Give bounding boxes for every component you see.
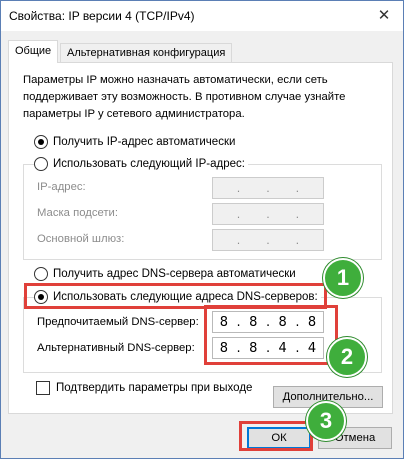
validate-on-exit-label: Подтвердить параметры при выходе [56, 382, 253, 394]
alternate-dns-label: Альтернативный DNS-сервер: [37, 342, 195, 354]
radio-dns-manual-label: Использовать следующие адреса DNS-сервер… [53, 291, 318, 303]
preferred-dns-input[interactable]: 8. 8. 8. 8 [212, 311, 324, 333]
ip-address-label: IP-адрес: [37, 181, 86, 193]
validate-on-exit-checkbox[interactable]: Подтвердить параметры при выходе [36, 380, 252, 396]
radio-button[interactable] [34, 157, 48, 171]
window-title: Свойства: IP версии 4 (TCP/IPv4) [9, 9, 195, 23]
close-icon[interactable]: ✕ [375, 7, 393, 25]
description-text: Параметры IP можно назначать автоматичес… [23, 72, 363, 123]
radio-button[interactable] [34, 267, 48, 281]
radio-button-checked[interactable] [34, 290, 48, 304]
radio-ip-auto-label: Получить IP-адрес автоматически [53, 136, 236, 148]
description-line: Параметры IP можно назначать автоматичес… [23, 74, 328, 86]
radio-ip-auto[interactable]: Получить IP-адрес автоматически [34, 134, 235, 150]
ok-button[interactable]: ОК [247, 427, 311, 449]
radio-ip-manual[interactable]: Использовать следующий IP-адрес: [34, 156, 248, 172]
radio-dns-auto[interactable]: Получить адрес DNS-сервера автоматически [34, 266, 296, 282]
title-bar: Свойства: IP версии 4 (TCP/IPv4) ✕ [1, 1, 403, 31]
ip-address-input: . . . [212, 177, 324, 199]
step-badge-1: 1 [323, 258, 363, 298]
step-badge-2: 2 [327, 337, 367, 377]
radio-dns-manual[interactable]: Использовать следующие адреса DNS-сервер… [34, 289, 321, 305]
tab-general[interactable]: Общие [8, 40, 59, 63]
subnet-mask-label: Маска подсети: [37, 207, 119, 219]
alternate-dns-input[interactable]: 8. 8. 4. 4 [212, 337, 324, 359]
subnet-mask-input: . . . [212, 203, 324, 225]
default-gateway-label: Основной шлюз: [37, 233, 125, 245]
radio-ip-manual-label: Использовать следующий IP-адрес: [53, 158, 245, 170]
step-badge-3: 3 [306, 401, 346, 441]
tab-alternate-config[interactable]: Альтернативная конфигурация [60, 43, 233, 62]
radio-button-checked[interactable] [34, 135, 48, 149]
description-line: поддерживает эту возможность. В противно… [23, 91, 346, 103]
radio-dns-auto-label: Получить адрес DNS-сервера автоматически [53, 268, 296, 280]
checkbox-box[interactable] [36, 381, 50, 395]
preferred-dns-label: Предпочитаемый DNS-сервер: [37, 316, 199, 328]
description-line: параметры IP у сетевого администратора. [23, 108, 245, 120]
default-gateway-input: . . . [212, 229, 324, 251]
